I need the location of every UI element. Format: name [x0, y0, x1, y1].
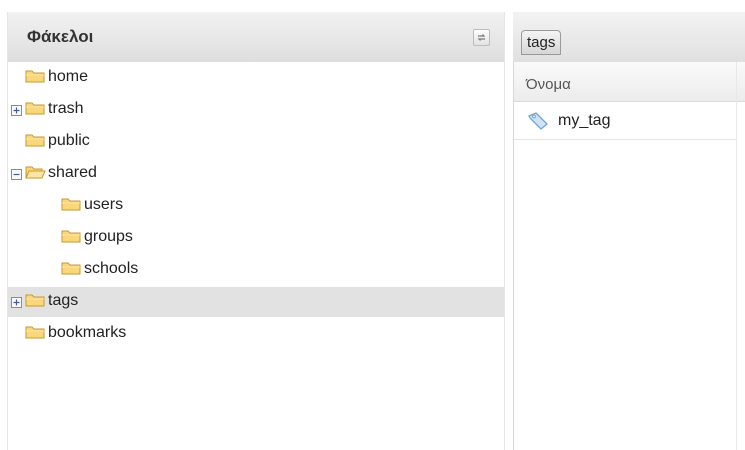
tag-icon: [528, 112, 548, 130]
tree-item-label: groups: [84, 228, 133, 245]
refresh-button[interactable]: [473, 29, 490, 46]
tab-tags[interactable]: tags: [521, 30, 562, 55]
tree-item-users[interactable]: users: [8, 191, 504, 221]
column-divider: [736, 62, 737, 450]
folder-icon: [61, 260, 81, 276]
tree-item-label: public: [48, 132, 90, 149]
expand-icon[interactable]: [11, 105, 22, 116]
tree-item-label: tags: [48, 292, 79, 309]
folder-icon: [61, 228, 81, 244]
tree-item-trash[interactable]: trash: [8, 95, 504, 125]
tree-item-label: bookmarks: [48, 324, 127, 341]
expand-icon[interactable]: [11, 297, 22, 308]
folders-panel: Φάκελοι home trash public shared users groups…: [7, 12, 505, 450]
folder-icon: [61, 196, 81, 212]
folder-icon: [25, 324, 45, 340]
folders-panel-header: Φάκελοι: [8, 12, 504, 62]
tree-item-label: shared: [48, 164, 97, 181]
tree-item-groups[interactable]: groups: [8, 223, 504, 253]
tree-item-schools[interactable]: schools: [8, 255, 504, 285]
tags-panel: tags Όνομα my_tag: [513, 12, 745, 450]
tab-strip: tags: [513, 12, 745, 62]
folder-icon: [25, 68, 45, 84]
collapse-icon[interactable]: [11, 169, 22, 180]
folder-icon: [25, 292, 45, 308]
name-column-header[interactable]: Όνομα: [514, 62, 745, 102]
tree-item-home[interactable]: home: [8, 63, 504, 93]
tree-item-public[interactable]: public: [8, 127, 504, 157]
tree-item-bookmarks[interactable]: bookmarks: [8, 319, 504, 349]
tree-item-tags[interactable]: tags: [8, 287, 504, 317]
list-item[interactable]: my_tag: [514, 102, 736, 140]
refresh-icon: [477, 34, 486, 41]
name-column-label: Όνομα: [526, 76, 571, 93]
tree-item-label: users: [84, 196, 124, 213]
folder-open-icon: [25, 164, 46, 180]
tag-name: my_tag: [558, 112, 611, 129]
tree-item-label: trash: [48, 100, 84, 117]
folder-icon: [25, 100, 45, 116]
tree-item-shared[interactable]: shared: [8, 159, 504, 189]
folders-panel-title: Φάκελοι: [27, 27, 94, 46]
tree-item-label: home: [48, 68, 89, 85]
tree-item-label: schools: [84, 260, 139, 277]
folder-icon: [25, 132, 45, 148]
tag-list: Όνομα my_tag: [513, 62, 745, 450]
